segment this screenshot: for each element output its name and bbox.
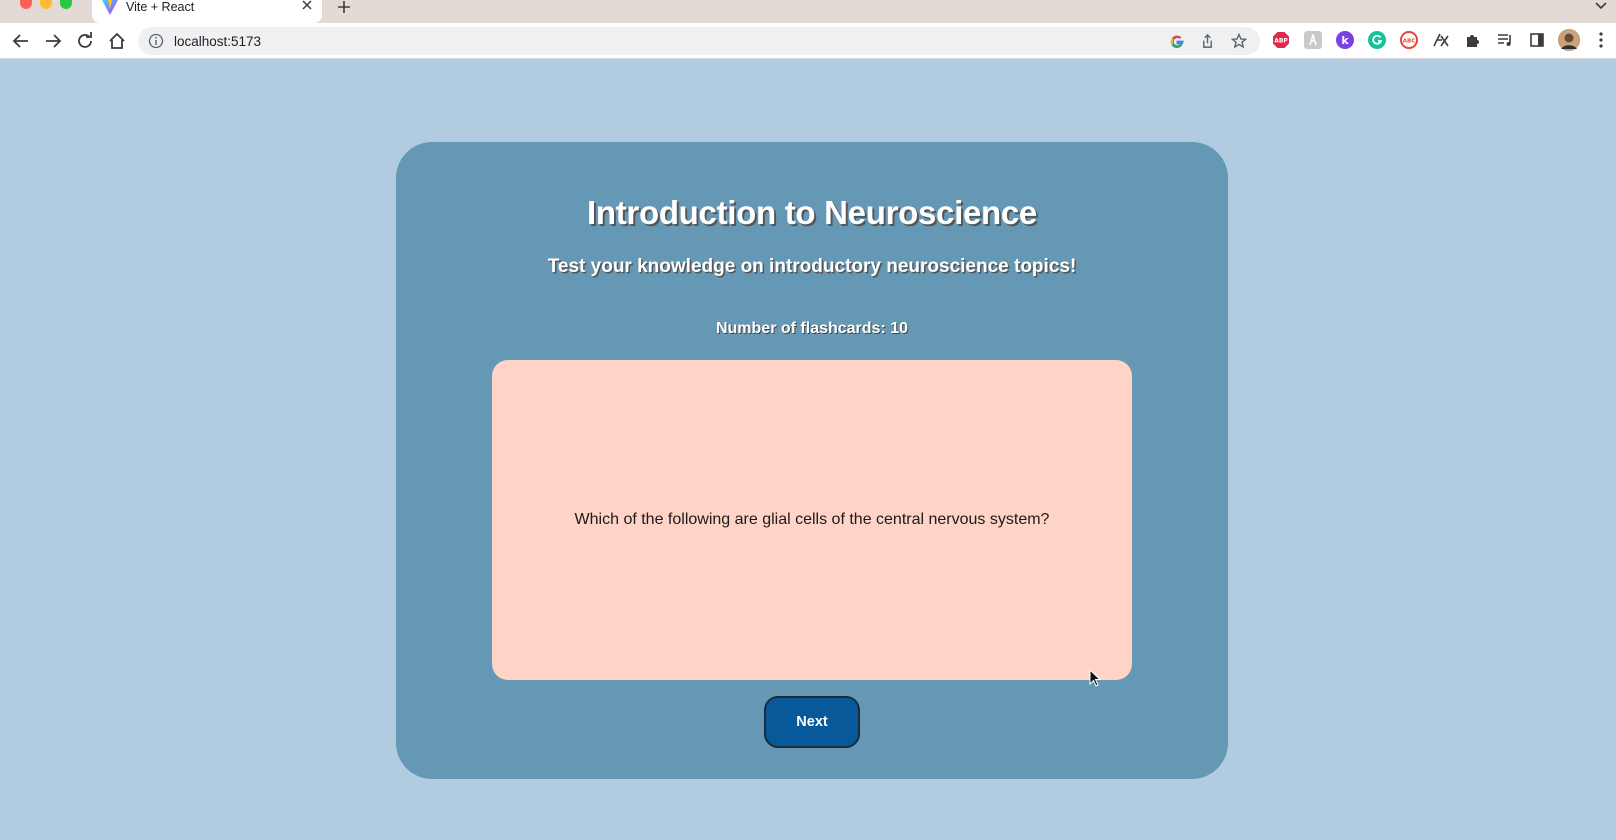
profile-avatar[interactable] <box>1558 29 1580 51</box>
flashcard-question: Which of the following are glial cells o… <box>574 511 1050 528</box>
forward-button[interactable] <box>42 30 64 52</box>
puzzle-extensions-icon[interactable] <box>1464 31 1482 49</box>
flashcard[interactable]: Which of the following are glial cells o… <box>492 360 1132 680</box>
mouse-cursor-icon <box>1089 669 1101 687</box>
reload-button[interactable] <box>74 30 96 52</box>
translate-extension-icon[interactable] <box>1432 31 1450 49</box>
url-text: localhost:5173 <box>174 34 262 49</box>
address-bar[interactable]: localhost:5173 <box>138 27 1260 55</box>
browser-menu-icon[interactable] <box>1592 31 1610 49</box>
home-button[interactable] <box>106 30 128 52</box>
browser-tab-active[interactable]: Vite + React <box>92 0 322 23</box>
side-panel-icon[interactable] <box>1528 31 1546 49</box>
arrow-right-icon <box>46 34 62 48</box>
svg-text:ABP: ABP <box>1274 38 1288 45</box>
tab-search-chevron-icon[interactable] <box>1594 0 1608 12</box>
google-lens-icon[interactable] <box>1168 32 1186 50</box>
k-extension-icon[interactable]: k <box>1336 31 1354 49</box>
back-button[interactable] <box>10 30 32 52</box>
window-maximize-button[interactable] <box>60 0 72 9</box>
page-title: Introduction to Neuroscience <box>587 194 1037 231</box>
window-close-button[interactable] <box>20 0 32 9</box>
media-control-icon[interactable] <box>1496 31 1514 49</box>
flashcard-app-panel: Introduction to Neuroscience Test your k… <box>396 142 1228 779</box>
reload-icon <box>78 32 92 48</box>
font-extension-icon[interactable] <box>1304 31 1322 49</box>
page-subtitle: Test your knowledge on introductory neur… <box>547 256 1077 277</box>
vite-logo-icon <box>102 0 118 15</box>
flashcard-count: Number of flashcards: 10 <box>715 320 909 337</box>
browser-toolbar: localhost:5173 ABP k ABC <box>0 23 1616 59</box>
tab-title: Vite + React <box>126 0 195 14</box>
browser-tab-strip: Vite + React <box>0 0 1616 23</box>
site-info-icon[interactable] <box>148 33 164 49</box>
new-tab-icon[interactable] <box>336 0 352 16</box>
next-button[interactable]: Next <box>764 696 860 748</box>
abc-extension-icon[interactable]: ABC <box>1400 31 1418 49</box>
tab-close-icon[interactable] <box>300 0 314 14</box>
share-icon[interactable] <box>1198 32 1216 50</box>
svg-text:ABC: ABC <box>1403 39 1416 45</box>
home-icon <box>109 32 125 49</box>
grammarly-icon[interactable] <box>1368 31 1386 49</box>
arrow-left-icon <box>12 34 28 48</box>
window-minimize-button[interactable] <box>40 0 52 9</box>
bookmark-star-icon[interactable] <box>1230 32 1248 50</box>
adblock-plus-icon[interactable]: ABP <box>1272 31 1290 49</box>
